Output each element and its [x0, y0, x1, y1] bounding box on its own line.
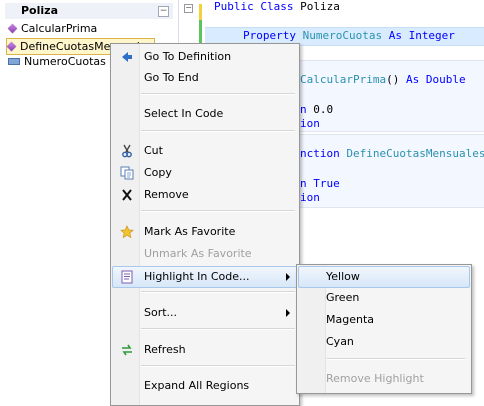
tree-item-label: NumeroCuotas	[24, 55, 106, 68]
code-line: n 0.0	[300, 103, 334, 116]
submenu-item-remove-highlight[interactable]: Remove Highlight	[299, 369, 469, 389]
submenu-item-cyan[interactable]: Cyan	[299, 332, 469, 352]
menu-item-select-in-code[interactable]: Select In Code	[113, 104, 297, 124]
highlight-icon	[119, 270, 135, 284]
copy-icon	[119, 166, 135, 180]
submenu-item-yellow[interactable]: Yellow	[298, 266, 470, 288]
code-line: n True	[300, 177, 340, 190]
code-line: Property NumeroCuotas As Integer	[243, 29, 455, 42]
menu-item-unmark-favorite[interactable]: Unmark As Favorite	[113, 244, 297, 264]
menu-separator	[327, 358, 465, 360]
menu-separator	[141, 130, 295, 132]
submenu-item-green[interactable]: Green	[299, 288, 469, 308]
collapse-toggle[interactable]: −	[158, 6, 169, 17]
menu-separator	[141, 291, 295, 293]
star-icon	[119, 225, 135, 239]
class-node-header[interactable]: Poliza −	[5, 3, 173, 19]
submenu-item-magenta[interactable]: Magenta	[299, 310, 469, 330]
menu-item-expand-all-regions[interactable]: Expand All Regions	[113, 376, 297, 396]
property-icon	[8, 58, 20, 65]
menu-item-sort[interactable]: Sort...	[113, 303, 297, 323]
tree-item-calcularprima[interactable]: CalcularPrima	[7, 21, 98, 36]
menu-item-mark-favorite[interactable]: Mark As Favorite	[113, 222, 297, 242]
highlight-submenu: Yellow Green Magenta Cyan Remove Highlig…	[296, 264, 472, 394]
method-icon	[7, 23, 18, 34]
context-menu: Go To Definition Go To End Select In Cod…	[110, 43, 300, 406]
submenu-arrow-icon	[286, 273, 290, 281]
cut-icon	[119, 144, 135, 158]
menu-separator	[141, 210, 295, 212]
menu-item-copy[interactable]: Copy	[113, 163, 297, 183]
menu-item-go-to-end[interactable]: Go To End	[113, 68, 297, 88]
method-icon	[6, 41, 17, 52]
menu-separator	[141, 93, 295, 95]
code-line: Public Class Poliza	[214, 0, 340, 13]
region-collapse-icon[interactable]: −	[184, 4, 193, 13]
menu-item-remove[interactable]: Remove	[113, 185, 297, 205]
tree-item-label: CalcularPrima	[21, 22, 98, 35]
menu-item-cut[interactable]: Cut	[113, 141, 297, 161]
gutter-current-marker	[199, 4, 202, 20]
code-line: ion	[300, 191, 320, 204]
code-line: ion	[300, 117, 320, 130]
menu-separator	[141, 365, 295, 367]
menu-item-refresh[interactable]: Refresh	[113, 340, 297, 360]
refresh-icon	[119, 343, 135, 357]
go-to-definition-icon	[119, 50, 135, 64]
menu-item-go-to-definition[interactable]: Go To Definition	[113, 47, 297, 67]
submenu-arrow-icon	[286, 309, 290, 317]
tree-item-numerocuotas[interactable]: NumeroCuotas	[8, 54, 106, 69]
code-line: CalcularPrima() As Double	[300, 73, 466, 86]
class-name: Poliza	[21, 4, 58, 17]
menu-item-highlight-in-code[interactable]: Highlight In Code...	[112, 266, 298, 288]
menu-separator	[141, 328, 295, 330]
code-line: nction DefineCuotasMensuales	[300, 147, 484, 160]
remove-icon	[119, 188, 135, 202]
